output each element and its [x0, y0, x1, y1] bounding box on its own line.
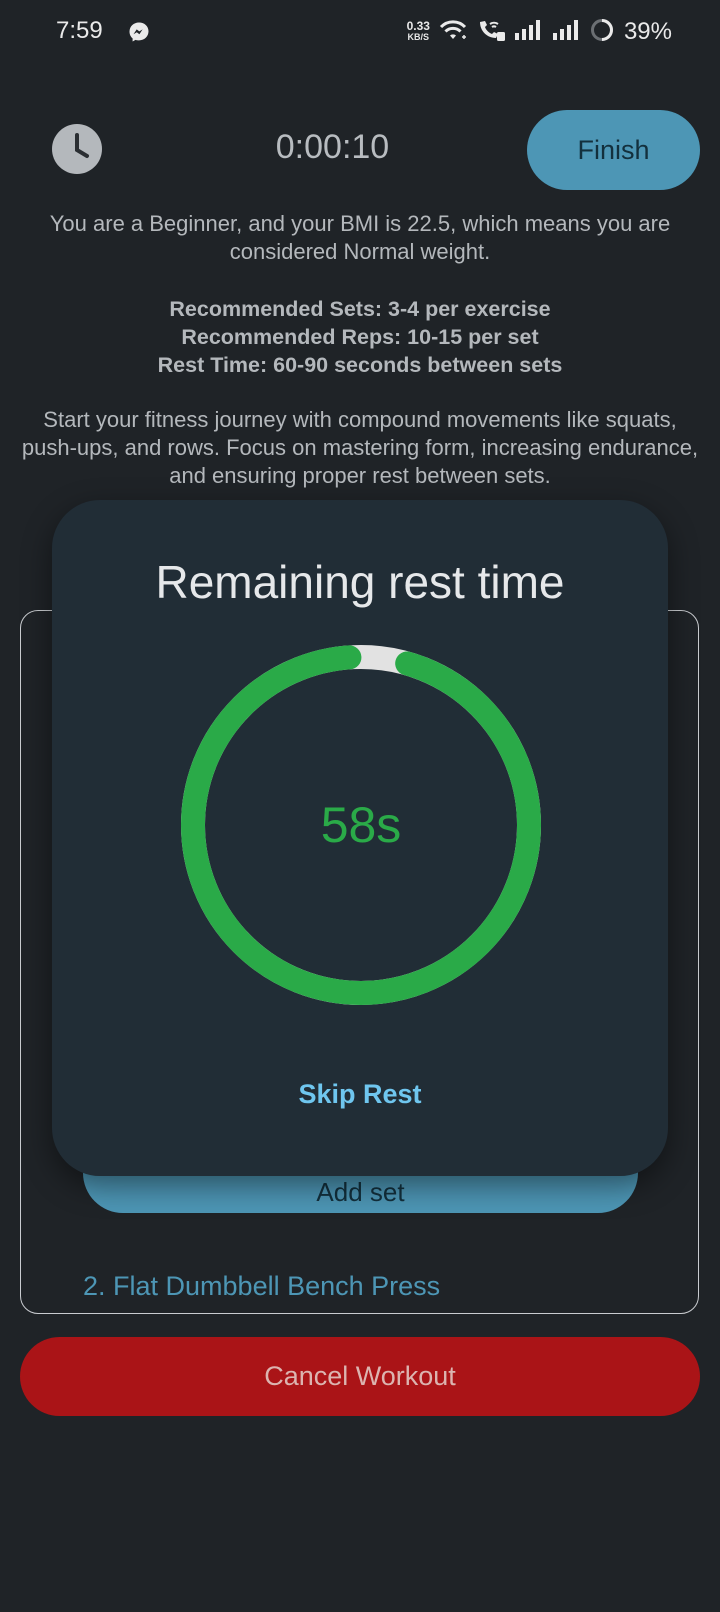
recommended-reps: Recommended Reps: 10-15 per set [181, 325, 539, 349]
status-bar: 7:59 0.33 KB/S 39% [0, 0, 720, 66]
signal-icon [514, 19, 544, 46]
status-time: 7:59 [56, 17, 103, 44]
rest-time-recommendation: Rest Time: 60-90 seconds between sets [157, 353, 563, 377]
remaining-time: 58s [320, 797, 402, 853]
cancel-workout-button[interactable]: Cancel Workout [20, 1337, 700, 1416]
net-speed: 0.33 KB/S [406, 19, 430, 43]
wifi-calling-icon [476, 18, 506, 47]
recommended-sets: Recommended Sets: 3-4 per exercise [169, 297, 551, 321]
net-speed-value: 0.33 [406, 19, 430, 33]
status-icons: 0.33 KB/S 39% [407, 16, 672, 48]
exercise-title[interactable]: 2. Flat Dumbbell Bench Press [83, 1271, 440, 1302]
dialog-title: Remaining rest time [155, 556, 565, 608]
elapsed-time: 0:00:10 [275, 128, 390, 166]
clock-icon[interactable] [52, 124, 102, 174]
bmi-summary: You are a Beginner, and your BMI is 22.5… [49, 211, 671, 264]
journey-description: Start your fitness journey with compound… [21, 407, 699, 488]
messenger-icon [128, 21, 150, 43]
recommendations: Recommended Sets: 3-4 per exercise Recom… [20, 295, 700, 379]
net-speed-unit: KB/S [407, 32, 430, 42]
wifi-icon [438, 18, 468, 47]
finish-button[interactable]: Finish [527, 110, 700, 190]
workout-screen: 7:59 0.33 KB/S 39% 0:00:10 Finish You ar… [0, 0, 720, 1612]
battery-percentage: 39% [623, 18, 672, 45]
battery-icon [590, 18, 614, 47]
signal-icon [552, 19, 582, 46]
rest-timer-dialog: Remaining rest time 58s Skip Rest [52, 500, 668, 1176]
skip-rest-button[interactable]: Skip Rest [260, 1066, 460, 1122]
